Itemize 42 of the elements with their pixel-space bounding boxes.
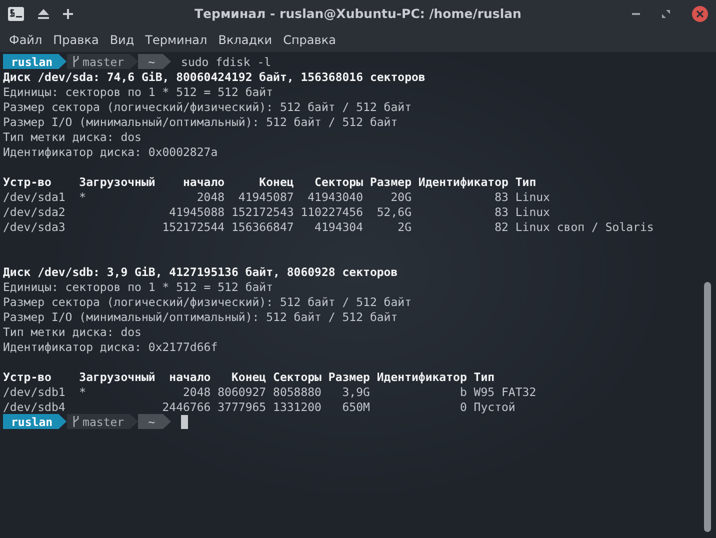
menu-item[interactable]: Вид xyxy=(104,30,140,48)
minimize-icon[interactable] xyxy=(632,12,640,14)
output-heading: Устр-во Загрузочный начало Конец Секторы Размер Идентификатор Тип xyxy=(3,174,536,188)
prompt-user: ruslan xyxy=(3,54,59,69)
eject-icon[interactable] xyxy=(38,8,49,18)
prompt-user: ruslan xyxy=(3,414,59,429)
output-line: Размер сектора (логический/физический): 512 байт / 512 байт xyxy=(3,294,412,308)
terminal-icon[interactable] xyxy=(8,6,24,20)
command-text: sudo fdisk -l xyxy=(181,54,272,68)
output-line: Единицы: секторов по 1 * 512 = 512 байт xyxy=(3,84,274,98)
output-heading: Устр-во Загрузочный начало Конец Секторы Размер Идентификатор Тип xyxy=(3,370,495,384)
output-heading: Диск /dev/sdb: 3,9 GiB, 4127195136 байт, 8060928 секторов xyxy=(3,264,398,278)
menu-item[interactable]: Справка xyxy=(278,30,342,48)
menu-item[interactable]: Файл xyxy=(4,30,48,48)
output-line: /dev/sdb4 2446766 3777965 1331200 650M 0 Пустой xyxy=(3,400,516,414)
output-line: /dev/sda3 152172544 156366847 4194304 2G 82 Linux своп / Solaris xyxy=(3,220,654,234)
output-line: Размер I/O (минимальный/оптимальный): 512 байт / 512 байт xyxy=(3,310,398,324)
menu-item[interactable]: Вкладки xyxy=(213,30,278,48)
output-line: Единицы: секторов по 1 * 512 = 512 байт xyxy=(3,280,274,294)
output-line: Тип метки диска: dos xyxy=(3,324,142,338)
scrollbar-thumb[interactable] xyxy=(704,282,711,532)
output-line: Тип метки диска: dos xyxy=(3,130,142,144)
output-heading: Диск /dev/sda: 74,6 GiB, 80060424192 байт, 156368016 секторов xyxy=(3,70,426,84)
output-line: Размер сектора (логический/физический): 512 байт / 512 байт xyxy=(3,100,412,114)
menu-item[interactable]: Терминал xyxy=(140,30,214,48)
prompt-branch: master xyxy=(82,414,124,428)
output-line: Идентификатор диска: 0x2177d66f xyxy=(3,340,218,354)
prompt-directory: ~ xyxy=(138,54,164,69)
close-icon[interactable] xyxy=(692,6,708,22)
window-title: Терминал - ruslan@Xubuntu-PC: /home/ruslan xyxy=(194,6,522,21)
output-line: /dev/sda2 41945088 152172543 110227456 52,6G 83 Linux xyxy=(3,204,550,218)
plus-icon[interactable] xyxy=(63,8,73,18)
output-line: Размер I/O (минимальный/оптимальный): 512 байт / 512 байт xyxy=(3,114,398,128)
git-branch-icon xyxy=(72,416,79,427)
output-line: Идентификатор диска: 0x0002827a xyxy=(3,144,218,158)
output-line: /dev/sda1 * 2048 41945087 41943040 20G 83 Linux xyxy=(3,190,550,204)
prompt-directory: ~ xyxy=(138,414,164,429)
output-line: /dev/sdb1 * 2048 8060927 8058880 3,9G b W95 FAT32 xyxy=(3,384,536,398)
menu-item[interactable]: Правка xyxy=(48,30,105,48)
git-branch-icon xyxy=(72,56,79,67)
maximize-icon[interactable] xyxy=(662,10,670,18)
prompt-branch: master xyxy=(82,54,124,68)
